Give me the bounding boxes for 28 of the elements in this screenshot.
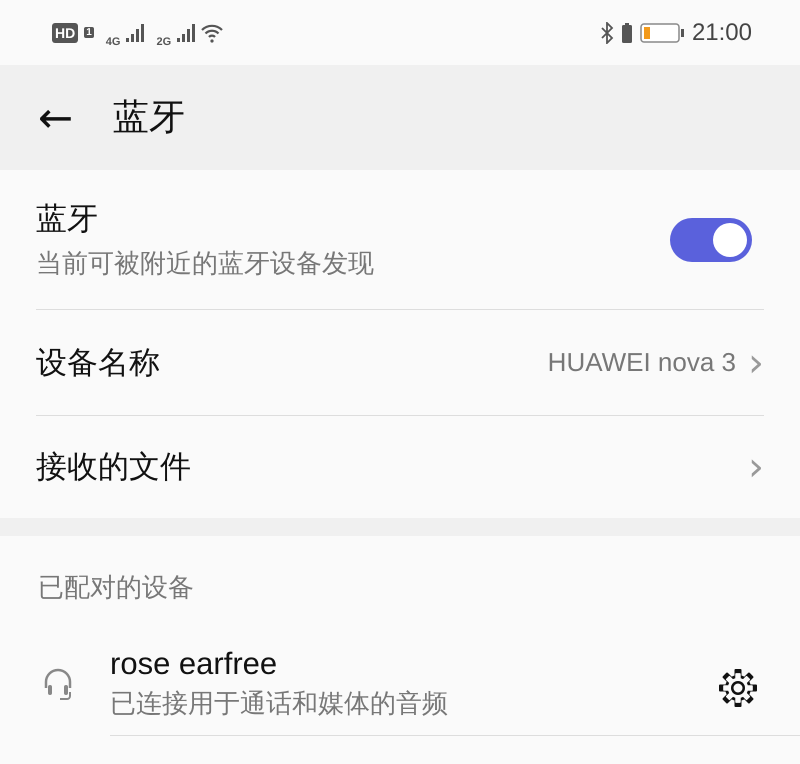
sim-badge: 1 [84, 27, 94, 38]
settings-row[interactable]: 接收的文件 › [36, 416, 764, 518]
network-label: 2G [156, 36, 172, 48]
device-row[interactable]: rose earfree 已连接用于通话和媒体的音频 [0, 632, 800, 735]
chevron-icon: › [748, 447, 764, 487]
battery-icon [640, 22, 684, 42]
settings-row[interactable]: 设备名称 HUAWEI nova 3 › [36, 310, 764, 416]
section-heading: 已配对的设备 [37, 572, 195, 605]
device-name: rose earfree [110, 646, 278, 682]
network-label: 4G [106, 36, 120, 48]
wifi-icon [201, 22, 224, 42]
setting-value: HUAWEI nova 3 [548, 347, 736, 378]
page-title: 蓝牙 [113, 96, 186, 140]
settings-row[interactable]: 蓝牙 当前可被附近的蓝牙设备发现 [36, 170, 764, 310]
bluetooth-icon [600, 22, 614, 44]
setting-title: 蓝牙 [36, 200, 99, 239]
signal-icon [126, 24, 144, 42]
battery-icon [622, 22, 632, 42]
back-button[interactable]: ← [38, 96, 74, 138]
setting-title: 接收的文件 [36, 448, 191, 487]
toggle-switch[interactable] [670, 218, 752, 262]
device-status: 已连接用于通话和媒体的音频 [110, 688, 448, 720]
setting-description: 当前可被附近的蓝牙设备发现 [36, 248, 374, 281]
signal-icon [177, 24, 196, 42]
setting-title: 设备名称 [36, 344, 160, 382]
chevron-icon: › [748, 342, 764, 382]
hd-badge: HD [52, 22, 78, 42]
clock: 21:00 [692, 18, 752, 46]
